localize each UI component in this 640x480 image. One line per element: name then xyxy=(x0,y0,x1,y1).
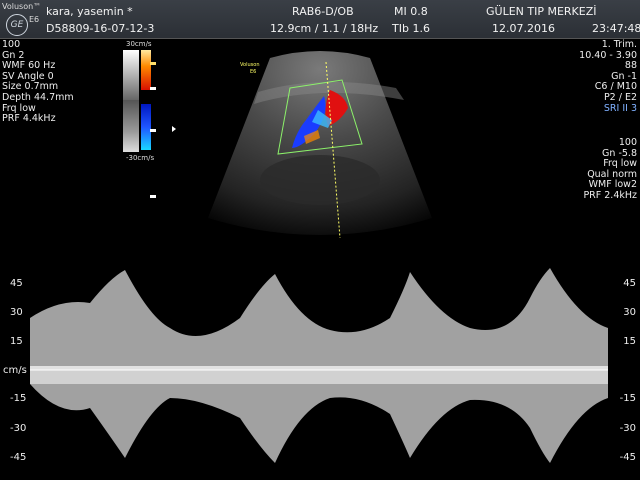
exam-time: 23:47:48 xyxy=(592,22,640,35)
colorbar-top-label: 30cm/s xyxy=(126,40,152,48)
overlay-brand: Voluson xyxy=(240,62,259,68)
param-line: 100 xyxy=(618,137,637,148)
depth-info: 12.9cm / 1.1 / 18Hz xyxy=(270,22,379,35)
scale-tick: 30 xyxy=(10,307,23,318)
right-parameters-bottom: 100 Gn -5.8 Frq low Qual norm WMF low2 P… xyxy=(583,137,637,202)
overlay-model: E6 xyxy=(250,69,256,75)
param-line: PRF 4.4kHz xyxy=(2,113,56,125)
ge-logo-icon: GE xyxy=(6,14,28,36)
scale-tick: 45 xyxy=(623,278,636,289)
right-parameters-top: 1. Trim. 10.40 - 3.90 88 Gn -1 C6 / M10 … xyxy=(579,39,637,114)
ultrasound-image: Voluson E6 xyxy=(208,51,432,239)
scale-tick: -15 xyxy=(10,393,27,404)
scale-tick: 15 xyxy=(10,336,23,347)
doppler-spectrum xyxy=(30,268,608,463)
patient-id: D58809-16-07-12-3 xyxy=(46,22,155,35)
scale-tick: 45 xyxy=(10,278,23,289)
param-line: P2 / E2 xyxy=(603,91,637,103)
param-line: 100 xyxy=(2,39,21,50)
scale-tick: 30 xyxy=(623,307,636,318)
unit-label: cm/s xyxy=(3,365,27,376)
spectral-waveform xyxy=(30,268,608,463)
model-label: E6 xyxy=(29,15,40,24)
scale-tick: -15 xyxy=(619,393,636,404)
param-line: 1. Trim. xyxy=(601,39,637,50)
scale-tick: -30 xyxy=(10,423,27,434)
exam-date: 12.07.2016 xyxy=(492,22,555,35)
logo: Voluson™ GE E6 xyxy=(2,2,42,36)
institution-name: GÜLEN TIP MERKEZİ xyxy=(486,5,597,18)
sri-label: SRI II 3 xyxy=(603,102,637,114)
header-bar: Voluson™ GE E6 kara, yasemin * D58809-16… xyxy=(0,0,640,39)
scale-tick: -30 xyxy=(619,423,636,434)
colorbar-bottom-label: -30cm/s xyxy=(126,154,155,162)
left-parameters: 100 Gn 2 WMF 60 Hz SV Angle 0 Size 0.7mm… xyxy=(2,39,74,125)
sector-image xyxy=(208,51,432,235)
scale-tick: 15 xyxy=(623,336,636,347)
color-velocity-bar xyxy=(123,50,151,152)
tib-value: TIb 1.6 xyxy=(392,22,430,35)
focus-marker-icon xyxy=(172,126,176,132)
brand-label: Voluson™ xyxy=(2,2,42,11)
baseline-band xyxy=(30,366,608,384)
scale-tick: -45 xyxy=(10,452,27,463)
param-line: PRF 2.4kHz xyxy=(583,189,637,201)
probe-label: RAB6-D/OB xyxy=(292,5,354,18)
mi-value: MI 0.8 xyxy=(394,5,428,18)
patient-name: kara, yasemin * xyxy=(46,5,133,18)
param-line: Depth 44.7mm xyxy=(2,91,74,103)
scale-tick: -45 xyxy=(619,452,636,463)
